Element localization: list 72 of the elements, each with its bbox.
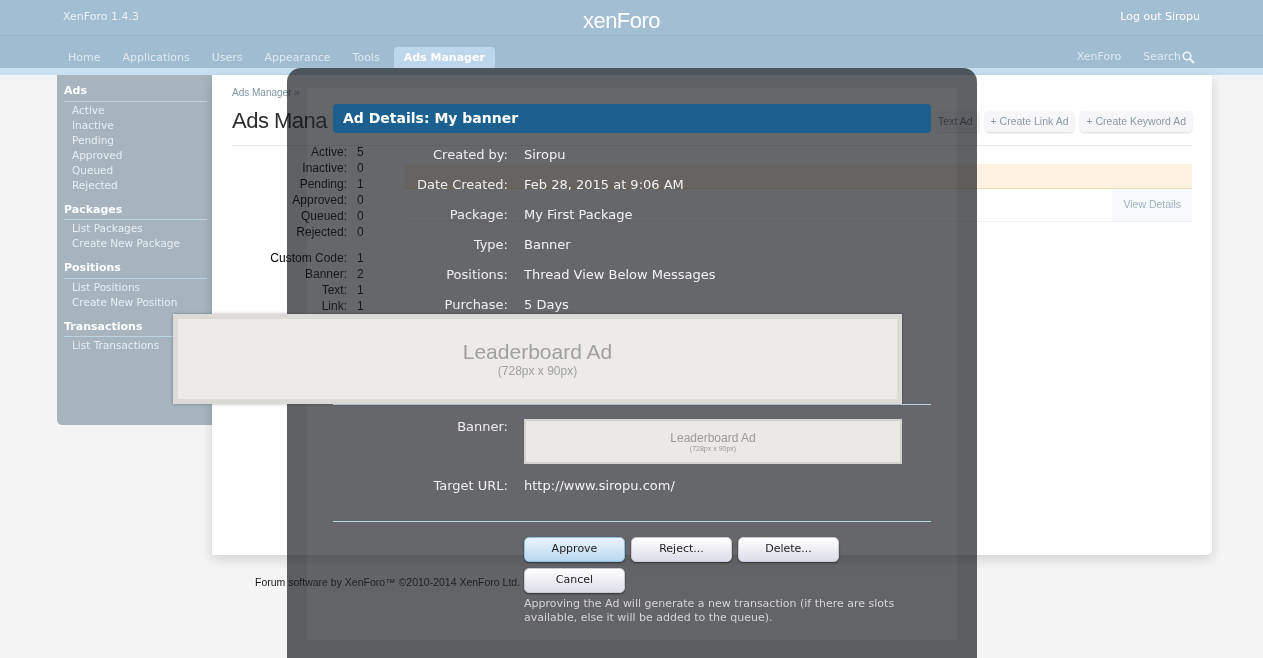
stat-label: Inactive: xyxy=(301,160,347,176)
preview-size: (728px x 90px) xyxy=(497,364,578,378)
field-value: Banner xyxy=(524,237,571,252)
nav-tab[interactable]: Home xyxy=(60,47,109,68)
footer-text: Forum software by XenForo™ ©2010-2014 XenForo Ltd. xyxy=(255,575,521,590)
sidebar-item[interactable]: Create New Position xyxy=(64,294,205,310)
field-label: Created by: xyxy=(433,146,508,164)
stat-value: 1 xyxy=(357,250,364,266)
nav-tab[interactable]: Ads Manager xyxy=(393,47,495,68)
stat-label: Pending: xyxy=(298,176,347,192)
action-button[interactable]: + Create Link Ad xyxy=(984,110,1075,133)
stat-value: 0 xyxy=(357,224,364,240)
sidebar-item[interactable]: Inactive xyxy=(64,117,205,133)
sidebar-item[interactable]: Approved xyxy=(64,147,205,163)
modal-title: Ad Details: My banner xyxy=(333,104,931,133)
field-label: Date Created: xyxy=(416,176,508,194)
sidebar-item[interactable]: List Positions xyxy=(64,279,205,295)
banner-title: Leaderboard Ad xyxy=(670,430,756,445)
sidebar-item[interactable]: Active xyxy=(64,102,205,118)
approve-note: Approving the Ad will generate a new transaction (if there are slots available, else it will be added to the queue). xyxy=(524,597,896,625)
sidebar-heading: Ads xyxy=(64,83,207,102)
stat-value: 1 xyxy=(357,176,364,192)
field-value: http://www.siropu.com/ xyxy=(524,478,675,493)
stat-label: Banner: xyxy=(303,266,347,282)
field-label: Type: xyxy=(473,236,508,254)
action-button[interactable]: + Create Keyword Ad xyxy=(1080,110,1192,133)
field-label: Target URL: xyxy=(433,477,508,495)
sidebar-item[interactable]: List Packages xyxy=(64,221,205,236)
stat-label: Queued: xyxy=(299,208,347,224)
logout-link[interactable]: Log out Siropu xyxy=(1120,9,1200,26)
cancel-button[interactable]: Cancel xyxy=(524,568,625,593)
preview-title: Leaderboard Ad xyxy=(462,340,613,364)
field-value: 5 Days xyxy=(524,297,569,312)
stat-value: 0 xyxy=(357,208,364,224)
nav-tab[interactable]: Appearance xyxy=(256,47,339,68)
search-icon[interactable] xyxy=(1182,51,1195,64)
sidebar-item[interactable]: Rejected xyxy=(64,177,205,193)
field-value: My First Package xyxy=(524,207,633,222)
view-details-link[interactable]: View Details xyxy=(1112,189,1192,221)
stat-label: Approved: xyxy=(291,192,347,208)
stat-value: 1 xyxy=(357,282,364,298)
dialog-button[interactable]: Delete... xyxy=(738,537,839,562)
stat-label: Text: xyxy=(320,282,347,298)
stat-label: Active: xyxy=(310,144,347,160)
stat-value: 1 xyxy=(357,298,364,314)
stat-value: 0 xyxy=(357,160,364,176)
nav-tab[interactable]: Applications xyxy=(114,47,198,68)
dialog-button[interactable]: Approve xyxy=(524,537,625,562)
nav-tab[interactable]: Tools xyxy=(344,47,388,68)
version-label: XenForo 1.4.3 xyxy=(63,9,139,26)
field-label: Purchase: xyxy=(444,296,508,314)
stat-value: 5 xyxy=(357,144,364,160)
sidebar-item[interactable]: Queued xyxy=(64,162,205,178)
field-label: Package: xyxy=(449,206,508,224)
stat-value: 2 xyxy=(357,266,364,282)
sidebar-item[interactable]: Create New Package xyxy=(64,236,205,251)
stat-value: 0 xyxy=(357,192,364,208)
field-label: Banner: xyxy=(457,418,508,436)
stat-label: Rejected: xyxy=(295,224,347,240)
search-link[interactable]: Search xyxy=(1143,49,1181,66)
field-value: Siropu xyxy=(524,147,566,162)
sidebar-item[interactable]: Pending xyxy=(64,132,205,148)
field-label: Positions: xyxy=(446,266,508,284)
field-value: Thread View Below Messages xyxy=(524,267,716,282)
stat-label: Link: xyxy=(320,298,347,314)
dialog-button[interactable]: Reject... xyxy=(631,537,732,562)
nav-tab[interactable]: Users xyxy=(203,47,251,68)
sidebar-heading: Positions xyxy=(64,260,207,279)
field-value: Feb 28, 2015 at 9:06 AM xyxy=(524,177,684,192)
nav-link[interactable]: XenForo xyxy=(1076,49,1122,66)
logo: xenForo xyxy=(583,7,660,35)
sidebar-heading: Packages xyxy=(64,201,207,220)
